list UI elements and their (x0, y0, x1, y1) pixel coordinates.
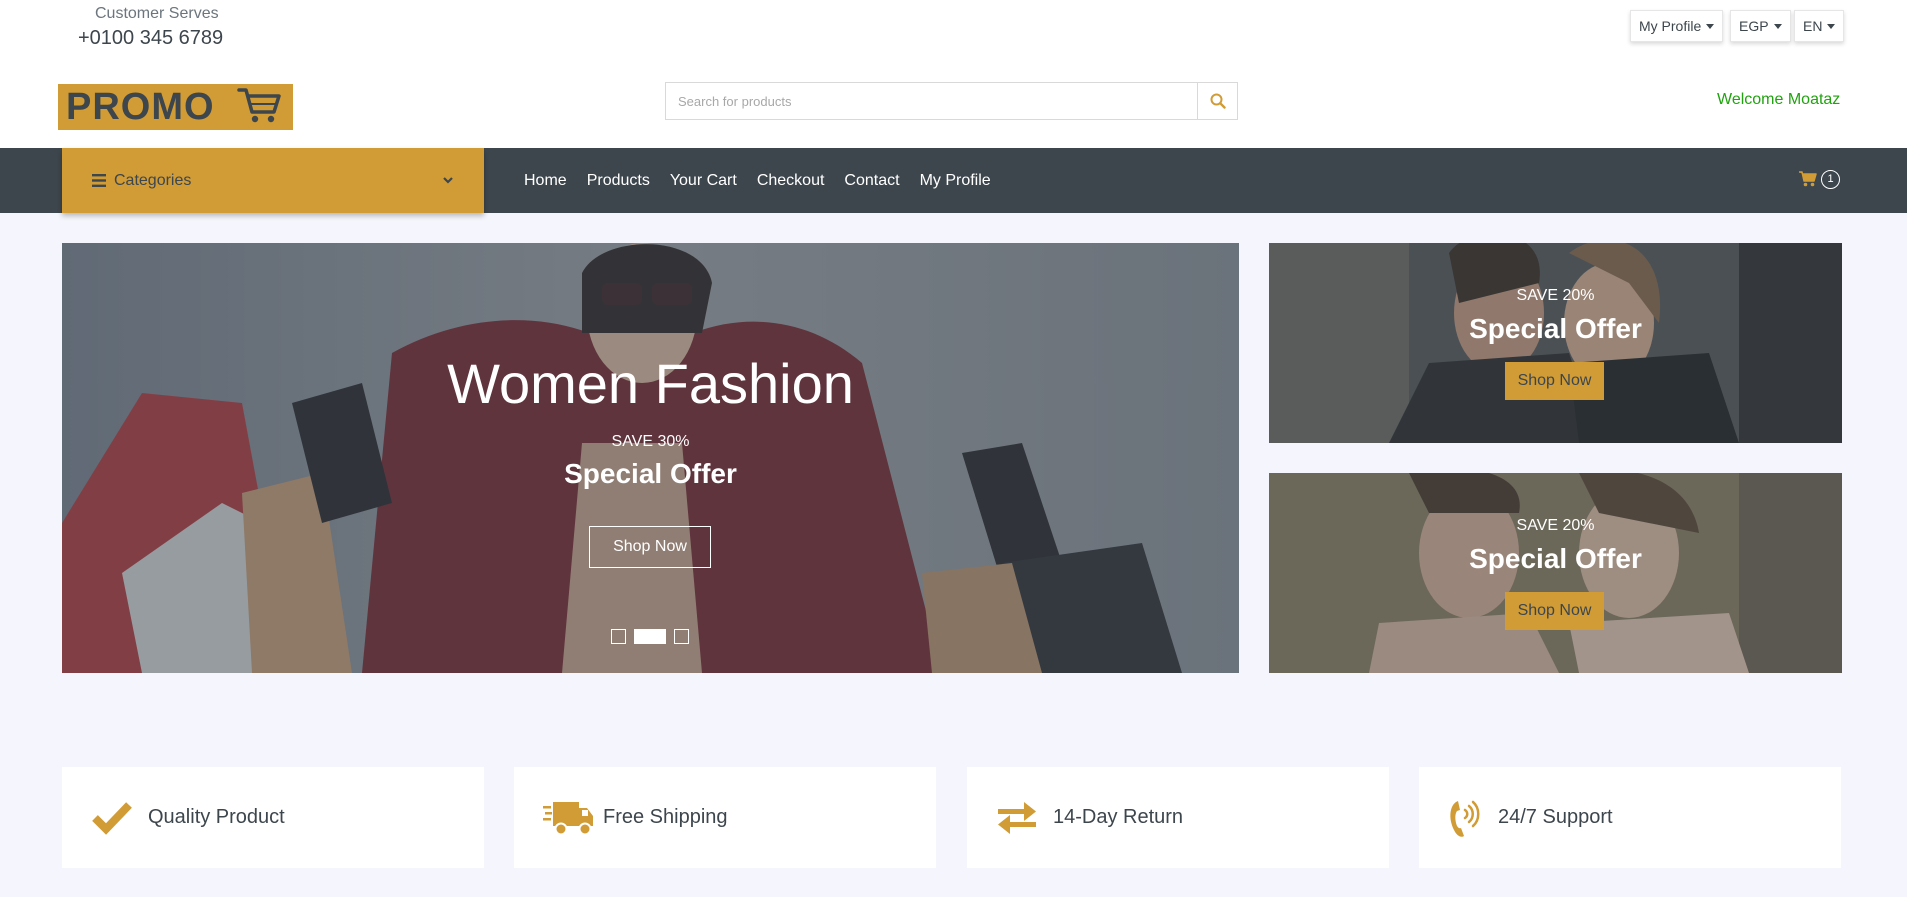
offer-special-title: Special Offer (1469, 543, 1642, 574)
offer-save-label: SAVE 20% (1516, 517, 1595, 534)
categories-dropdown[interactable]: Categories (62, 148, 484, 213)
caret-down-icon (1706, 23, 1715, 29)
customer-service-label: Customer Serves (95, 5, 219, 22)
cart-button[interactable]: 1 (1799, 166, 1840, 192)
nav-links: Home Products Your Cart Checkout Contact… (524, 148, 991, 213)
offer-special-title: Special Offer (1469, 313, 1642, 344)
my-profile-dropdown-label: My Profile (1639, 18, 1702, 34)
customer-service-phone: +0100 345 6789 (78, 27, 224, 49)
hero-carousel: Women Fashion SAVE 30% Special Offer Sho… (62, 243, 1239, 673)
main-navbar: Categories Home Products Your Cart Check… (0, 148, 1907, 213)
currency-dropdown-label: EGP (1739, 18, 1769, 34)
shipping-truck-icon (543, 801, 593, 835)
bars-icon (92, 174, 106, 187)
special-offer-card-1: SAVE 20% Special Offer Shop Now (1269, 243, 1842, 443)
nav-products[interactable]: Products (587, 172, 650, 190)
caret-down-icon (1773, 23, 1782, 29)
feature-quality-product: Quality Product (62, 767, 484, 868)
top-header: Customer Serves +0100 345 6789 My Profil… (0, 0, 1907, 148)
search-button[interactable] (1198, 82, 1238, 120)
hero-title: Women Fashion (447, 352, 854, 415)
carousel-indicator[interactable] (611, 629, 626, 644)
feature-label: Free Shipping (603, 806, 728, 828)
offer-save-label: SAVE 20% (1516, 287, 1595, 304)
search-icon (1210, 93, 1226, 109)
offer-shop-now-button[interactable]: Shop Now (1505, 362, 1604, 400)
hero-special-offer: Special Offer (564, 458, 737, 489)
offer-shop-now-button[interactable]: Shop Now (1505, 592, 1604, 630)
check-icon (92, 801, 132, 835)
nav-your-cart[interactable]: Your Cart (670, 172, 737, 190)
currency-dropdown[interactable]: EGP (1730, 10, 1791, 42)
phone-volume-icon (1450, 800, 1480, 837)
nav-checkout[interactable]: Checkout (757, 172, 825, 190)
shopping-cart-logo-icon (236, 86, 281, 129)
feature-14-day-return: 14-Day Return (967, 767, 1389, 868)
promo-logo[interactable]: PROMO (58, 84, 293, 130)
welcome-message: Welcome Moataz (1717, 91, 1841, 108)
categories-label: Categories (114, 171, 192, 189)
carousel-indicator[interactable] (674, 629, 689, 644)
carousel-indicators (611, 629, 689, 644)
feature-free-shipping: Free Shipping (514, 767, 936, 868)
logo-text: PROMO (66, 85, 215, 128)
my-profile-dropdown[interactable]: My Profile (1630, 10, 1724, 42)
hero-shop-now-button[interactable]: Shop Now (589, 526, 711, 568)
chevron-down-icon (443, 177, 453, 184)
exchange-arrows-icon (998, 801, 1036, 834)
cart-count-badge: 1 (1821, 169, 1840, 189)
nav-my-profile[interactable]: My Profile (920, 172, 991, 190)
nav-contact[interactable]: Contact (844, 172, 899, 190)
feature-label: 14-Day Return (1053, 806, 1184, 828)
language-dropdown-label: EN (1803, 18, 1823, 34)
feature-24-7-support: 24/7 Support (1419, 767, 1841, 868)
feature-label: 24/7 Support (1498, 806, 1613, 828)
search-bar (665, 82, 1238, 120)
search-input[interactable] (665, 82, 1198, 120)
hero-content: Women Fashion SAVE 30% Special Offer Sho… (62, 243, 1239, 673)
hero-save-label: SAVE 30% (611, 433, 690, 450)
nav-home[interactable]: Home (524, 172, 567, 190)
special-offer-card-2: SAVE 20% Special Offer Shop Now (1269, 473, 1842, 673)
caret-down-icon (1827, 23, 1836, 29)
feature-label: Quality Product (148, 806, 285, 828)
shopping-cart-icon (1799, 171, 1817, 187)
carousel-indicator-active[interactable] (634, 629, 666, 644)
language-dropdown[interactable]: EN (1794, 10, 1845, 42)
